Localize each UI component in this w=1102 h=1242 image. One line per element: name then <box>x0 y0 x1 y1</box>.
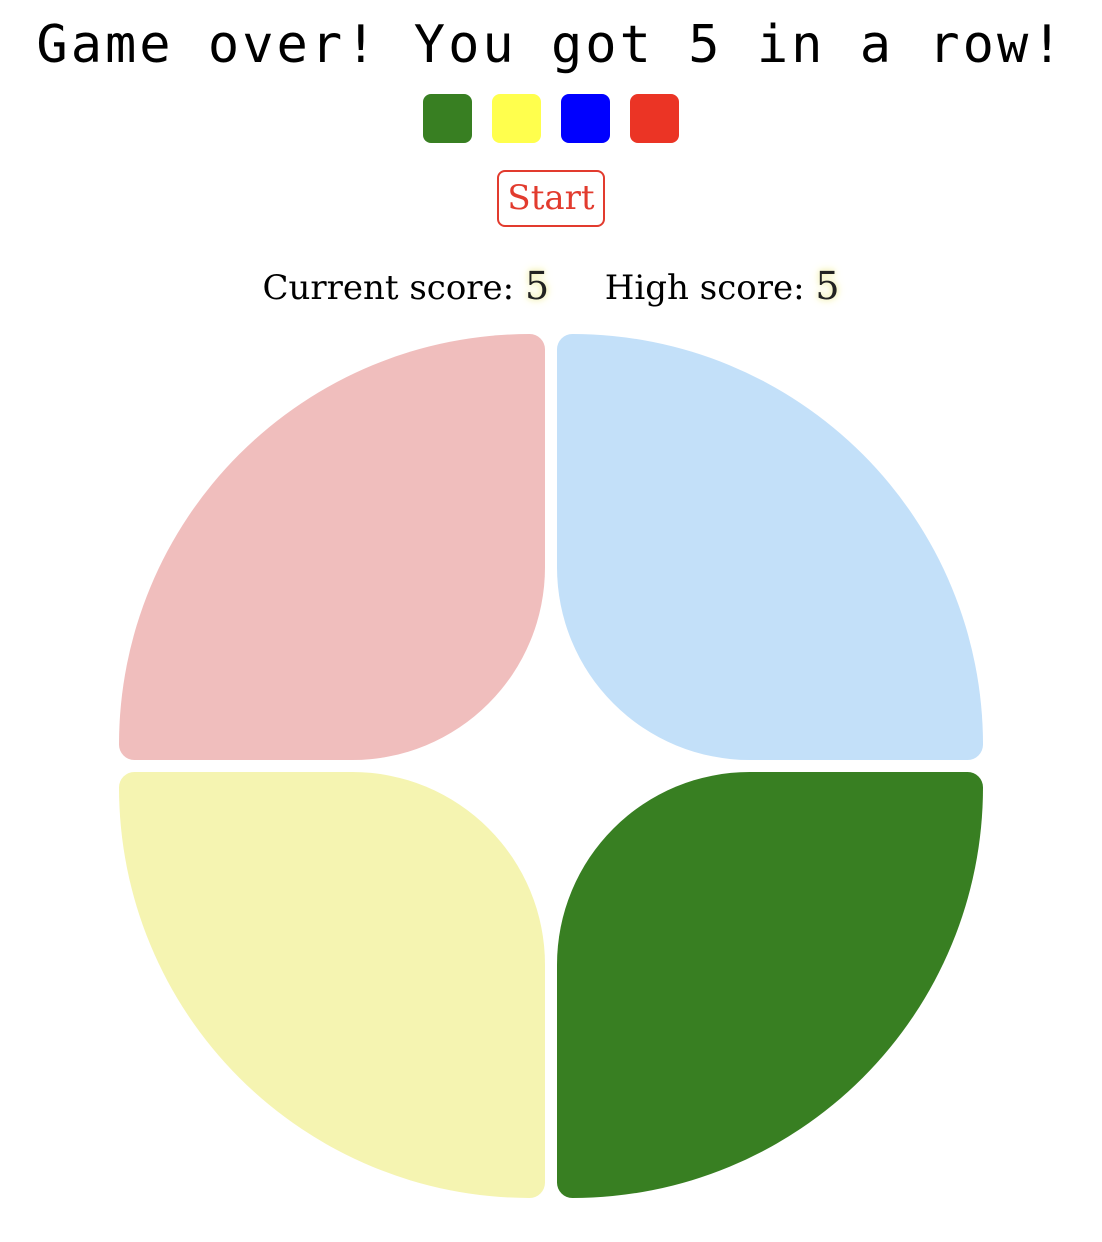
start-button[interactable]: Start <box>497 170 605 227</box>
simon-game: Game over! You got 5 in a row! Start Cur… <box>0 0 1102 1242</box>
score-line: Current score: 5 High score: 5 <box>0 258 1102 316</box>
sequence-swatch-red <box>630 94 679 143</box>
pad-yellow-bottom-left[interactable] <box>119 772 545 1198</box>
color-sequence <box>423 94 679 143</box>
pad-red-top-left[interactable] <box>119 334 545 760</box>
pad-green-bottom-right[interactable] <box>557 772 983 1198</box>
current-score-label: Current score: <box>262 268 515 308</box>
high-score-value: 5 <box>815 264 840 308</box>
sequence-swatch-blue <box>561 94 610 143</box>
game-status-title: Game over! You got 5 in a row! <box>36 15 1066 75</box>
high-score-label: High score: <box>604 268 805 308</box>
pad-blue-top-right[interactable] <box>557 334 983 760</box>
current-score-value: 5 <box>524 264 550 308</box>
sequence-swatch-yellow <box>492 94 541 143</box>
sequence-swatch-green <box>423 94 472 143</box>
